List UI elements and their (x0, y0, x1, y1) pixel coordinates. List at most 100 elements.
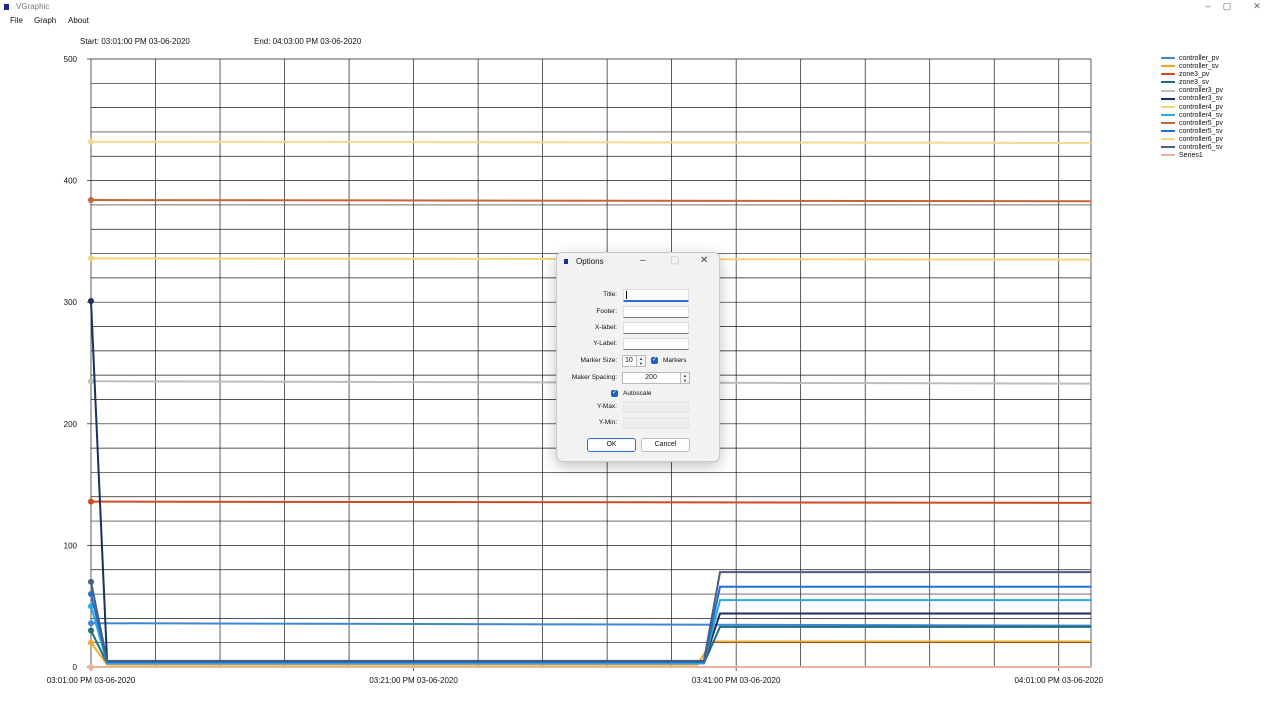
series-line (90, 625, 1091, 665)
dialog-title: Options (576, 257, 604, 266)
legend-label: controller3_sv (1179, 95, 1223, 103)
maximize-button[interactable]: ▢ (1217, 1, 1237, 12)
minimize-button[interactable]: – (1198, 1, 1218, 11)
legend-item: controller4_pv (1161, 104, 1223, 112)
xlabel-input[interactable] (623, 322, 689, 334)
x-tick-label: 03:01:00 PM 03-06-2020 (47, 676, 136, 685)
legend-item: controller5_pv (1161, 120, 1223, 128)
series-marker (88, 639, 94, 646)
series-marker (88, 197, 94, 204)
marker-size-stepper[interactable]: 10 ▲ ▼ (622, 355, 646, 367)
series-line (90, 622, 1092, 627)
legend-item: Series1 (1161, 152, 1223, 160)
markers-label: Markers (663, 357, 687, 364)
autoscale-checkbox[interactable]: ✓ (611, 390, 618, 397)
legend-item: controller4_sv (1161, 112, 1223, 120)
window-title: VGraphic (16, 2, 50, 11)
legend-item: controller6_pv (1161, 136, 1223, 144)
series-marker (88, 664, 94, 670)
markers-checkbox[interactable]: ✓ (651, 357, 658, 364)
dialog-minimize-button[interactable]: – (640, 255, 646, 266)
title-label: Title: (603, 291, 617, 298)
legend-label: controller6_sv (1179, 144, 1223, 152)
chart-legend: controller_pv controller_sv zone3_pv zone3_… (1161, 55, 1223, 160)
legend-swatch (1161, 89, 1175, 92)
series-marker (88, 255, 94, 262)
title-input[interactable] (623, 289, 689, 302)
x-tick-label: 03:21:00 PM 03-06-2020 (369, 676, 458, 685)
dialog-maximize-button: ▢ (670, 255, 680, 266)
menu-file[interactable]: File (10, 16, 23, 25)
series-marker (88, 620, 94, 627)
marker-spacing-label: Maker Spacing: (571, 374, 617, 381)
y-tick-label: 100 (64, 541, 78, 550)
legend-label: zone3_sv (1179, 79, 1209, 87)
series-marker (88, 138, 94, 145)
series-marker (88, 378, 94, 385)
legend-swatch (1161, 81, 1175, 84)
series-line (90, 500, 1092, 504)
legend-label: Series1 (1179, 152, 1203, 160)
legend-item: controller6_sv (1161, 144, 1223, 152)
y-tick-label: 0 (73, 663, 78, 672)
marker-size-label: Marker Size: (580, 357, 617, 364)
dialog-app-icon (564, 259, 568, 264)
y-tick-label: 200 (64, 420, 78, 429)
legend-swatch (1161, 130, 1175, 132)
y-tick-label: 300 (64, 298, 78, 307)
y-tick-label: 400 (64, 177, 78, 186)
close-button[interactable]: ✕ (1247, 1, 1267, 12)
ylabel-label: Y-Label: (593, 340, 617, 347)
legend-label: controller_sv (1179, 63, 1219, 71)
series-line (90, 599, 1091, 665)
legend-swatch (1161, 105, 1175, 108)
legend-swatch (1161, 121, 1175, 124)
menu-about[interactable]: About (68, 16, 89, 25)
legend-item: controller5_sv (1161, 128, 1223, 136)
legend-item: zone3_pv (1161, 71, 1223, 79)
ymax-input (623, 401, 689, 413)
legend-swatch (1161, 138, 1175, 141)
series-line (90, 140, 1092, 144)
legend-swatch (1161, 57, 1175, 60)
title-bar: VGraphic – ▢ ✕ (0, 0, 1274, 14)
legend-swatch (1161, 65, 1175, 68)
autoscale-label: Autoscale (623, 390, 652, 397)
legend-item: controller3_pv (1161, 87, 1223, 95)
legend-label: controller_pv (1179, 55, 1220, 62)
dialog-close-button[interactable]: ✕ (700, 255, 708, 266)
ymin-label: Y-Min: (598, 419, 617, 426)
app-icon (4, 4, 9, 10)
legend-swatch (1161, 73, 1175, 76)
marker-size-arrows[interactable]: ▲ ▼ (636, 356, 645, 366)
legend-swatch (1161, 154, 1175, 157)
start-time-label: Start: 03:01:00 PM 03-06-2020 (80, 37, 190, 46)
menu-graph[interactable]: Graph (34, 16, 56, 25)
ylabel-input[interactable] (623, 338, 689, 350)
cancel-button[interactable]: Cancel (641, 438, 690, 452)
legend-item: controller3_sv (1161, 95, 1223, 103)
series-marker (88, 297, 94, 304)
ymin-input (623, 417, 689, 429)
text-caret (626, 291, 627, 299)
footer-input[interactable] (623, 306, 689, 318)
series-line (90, 571, 1091, 662)
legend-swatch (1161, 146, 1175, 149)
y-tick-label: 500 (64, 55, 78, 64)
legend-label: controller5_pv (1179, 119, 1223, 127)
marker-spacing-stepper[interactable]: 200 ▲ ▼ (622, 372, 690, 384)
legend-label: zone3_pv (1179, 71, 1210, 79)
end-time-label: End: 04:03:00 PM 03-06-2020 (254, 37, 362, 46)
ok-button[interactable]: OK (587, 438, 636, 452)
series-marker (88, 627, 94, 634)
series-line (90, 199, 1092, 203)
marker-spacing-arrows[interactable]: ▲ ▼ (680, 373, 689, 383)
options-dialog: Options – ▢ ✕ Title: Footer: X-label: Y-… (556, 252, 720, 462)
legend-item: controller_pv (1161, 55, 1223, 63)
xlabel-label: X-label: (594, 324, 617, 331)
ymax-label: Y-Max: (597, 403, 617, 410)
legend-item: controller_sv (1161, 63, 1223, 71)
x-tick-label: 03:41:00 PM 03-06-2020 (692, 676, 781, 685)
footer-label: Footer: (596, 308, 617, 315)
legend-item: zone3_sv (1161, 79, 1223, 87)
